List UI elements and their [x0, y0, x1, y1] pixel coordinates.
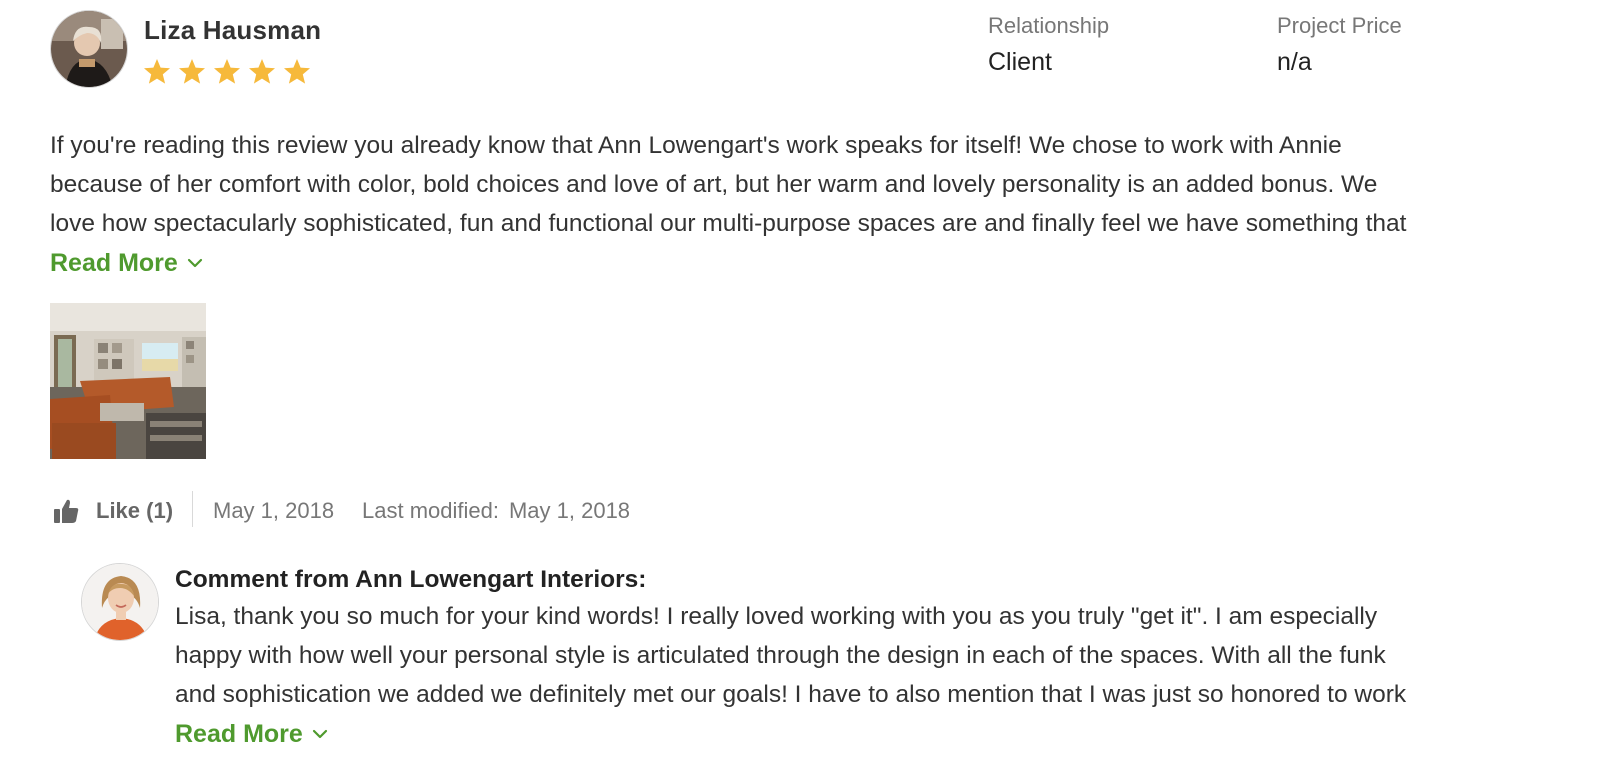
chevron-down-icon — [312, 729, 327, 739]
review-text-line: because of her comfort with color, bold … — [50, 171, 1378, 198]
star-icon — [214, 59, 240, 84]
pro-avatar[interactable] — [81, 563, 159, 641]
review-text: If you're reading this review you alread… — [50, 126, 1560, 243]
reviewer-avatar-image — [51, 11, 127, 87]
reviewer-name[interactable]: Liza Hausman — [144, 14, 321, 46]
last-modified: Last modified: May 1, 2018 — [362, 497, 630, 525]
like-label: Like (1) — [96, 498, 174, 523]
star-icon — [284, 59, 310, 84]
like-button[interactable]: Like (1) — [52, 493, 173, 529]
read-more-label: Read More — [175, 720, 303, 748]
relationship-label: Relationship — [988, 13, 1110, 38]
review-text-line: If you're reading this review you alread… — [50, 132, 1342, 159]
review-text-line: love how spectacularly sophisticated, fu… — [50, 210, 1407, 237]
comment-read-more-link[interactable]: Read More — [175, 718, 329, 750]
project-price-value: n/a — [1277, 48, 1312, 76]
last-modified-label: Last modified: — [362, 498, 499, 523]
comment-title: Comment from Ann Lowengart Interiors: — [175, 566, 647, 593]
project-price-label: Project Price — [1277, 13, 1402, 38]
comment-text-line: happy with how well your personal style … — [175, 642, 1386, 669]
last-modified-date: May 1, 2018 — [508, 498, 631, 523]
review-photo-image — [50, 303, 206, 459]
comment-text-line: and sophistication we added we definitel… — [175, 681, 1407, 708]
chevron-down-icon — [187, 258, 202, 268]
comment-text-line: Lisa, thank you so much for your kind wo… — [175, 603, 1378, 630]
reviewer-avatar[interactable] — [50, 10, 128, 88]
star-icon — [144, 59, 170, 84]
star-icon — [249, 59, 275, 84]
divider — [192, 491, 193, 527]
comment-text: Lisa, thank you so much for your kind wo… — [175, 597, 1565, 714]
review-date: May 1, 2018 — [213, 498, 335, 523]
rating-stars — [142, 56, 317, 88]
review-photo-thumbnail[interactable] — [50, 303, 206, 459]
review-card: Liza Hausman Relationship Client Project… — [0, 0, 1604, 780]
star-icon — [179, 59, 205, 84]
review-read-more-link[interactable]: Read More — [50, 247, 204, 279]
relationship-value: Client — [988, 48, 1052, 76]
pro-avatar-image — [82, 564, 158, 640]
read-more-label: Read More — [50, 249, 178, 277]
thumbs-up-icon — [54, 499, 79, 523]
